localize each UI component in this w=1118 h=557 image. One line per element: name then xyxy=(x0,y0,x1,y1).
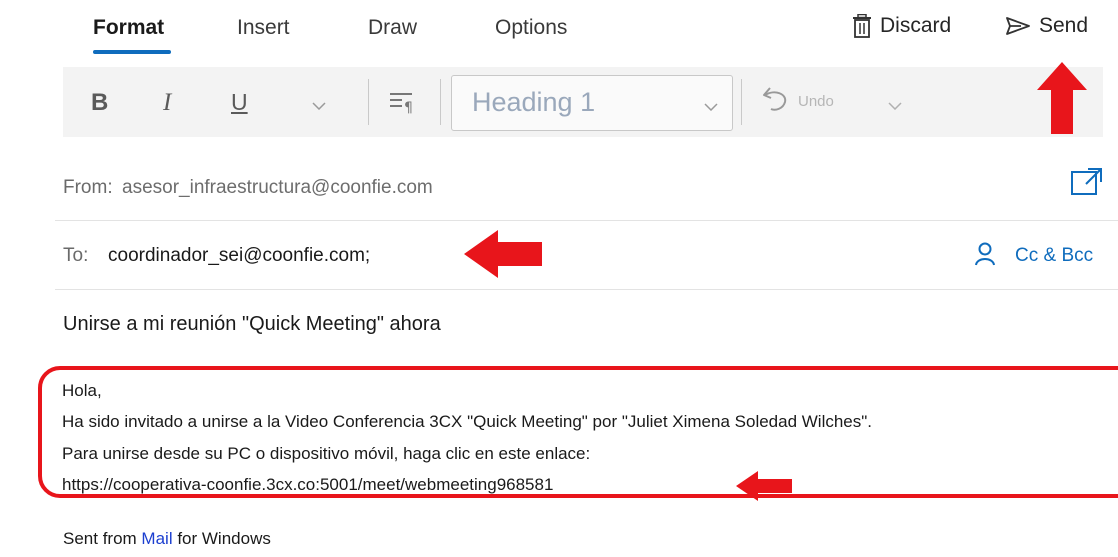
tab-format[interactable]: Format xyxy=(93,16,164,40)
ribbon-divider xyxy=(368,79,369,125)
divider xyxy=(55,220,1118,221)
trash-icon xyxy=(852,14,872,38)
svg-text:¶: ¶ xyxy=(404,100,413,114)
chevron-down-icon xyxy=(704,98,718,116)
signature: Sent from Mail for Windows xyxy=(63,529,271,549)
annotation-arrow-left xyxy=(736,471,792,501)
active-tab-indicator xyxy=(93,50,171,54)
from-label: From: xyxy=(63,177,113,198)
tab-insert[interactable]: Insert xyxy=(237,16,290,40)
italic-button[interactable]: I xyxy=(163,89,171,117)
discard-button[interactable]: Discard xyxy=(852,14,951,38)
style-value: Heading 1 xyxy=(472,87,596,117)
to-recipient[interactable]: coordinador_sei@coonfie.com; xyxy=(108,245,370,267)
from-address[interactable]: asesor_infraestructura@coonfie.com xyxy=(122,177,433,199)
style-dropdown[interactable]: Heading 1 xyxy=(451,75,733,131)
discard-label: Discard xyxy=(880,14,952,37)
ribbon-divider xyxy=(440,79,441,125)
signature-suffix: for Windows xyxy=(172,529,271,548)
chevron-down-icon[interactable] xyxy=(312,97,326,115)
undo-icon[interactable] xyxy=(761,84,791,119)
paragraph-format-icon[interactable]: ¶ xyxy=(388,90,416,119)
annotation-arrow-left xyxy=(464,230,542,278)
tab-options[interactable]: Options xyxy=(495,16,567,40)
body-line[interactable]: Hola, xyxy=(62,381,102,401)
ribbon-divider xyxy=(741,79,742,125)
send-button[interactable]: Send xyxy=(1005,14,1088,38)
undo-label[interactable]: Undo xyxy=(798,93,834,110)
send-label: Send xyxy=(1039,14,1089,37)
underline-button[interactable]: U xyxy=(231,89,248,116)
subject-field[interactable]: Unirse a mi reunión "Quick Meeting" ahor… xyxy=(63,313,441,336)
divider xyxy=(55,289,1118,290)
bold-button[interactable]: B xyxy=(91,89,108,117)
person-icon[interactable] xyxy=(974,242,996,271)
tab-draw[interactable]: Draw xyxy=(368,16,417,40)
cc-bcc-button[interactable]: Cc & Bcc xyxy=(1015,245,1093,267)
popout-icon[interactable] xyxy=(1070,166,1104,201)
chevron-down-icon[interactable] xyxy=(888,97,902,115)
to-label: To: xyxy=(63,245,89,266)
meeting-link[interactable]: https://cooperativa-coonfie.3cx.co:5001/… xyxy=(62,475,553,495)
annotation-arrow-up xyxy=(1037,62,1087,134)
body-line[interactable]: Para unirse desde su PC o dispositivo mó… xyxy=(62,444,590,464)
send-icon xyxy=(1005,16,1031,36)
body-line[interactable]: Ha sido invitado a unirse a la Video Con… xyxy=(62,412,872,432)
signature-prefix: Sent from xyxy=(63,529,142,548)
mail-link[interactable]: Mail xyxy=(141,529,172,548)
